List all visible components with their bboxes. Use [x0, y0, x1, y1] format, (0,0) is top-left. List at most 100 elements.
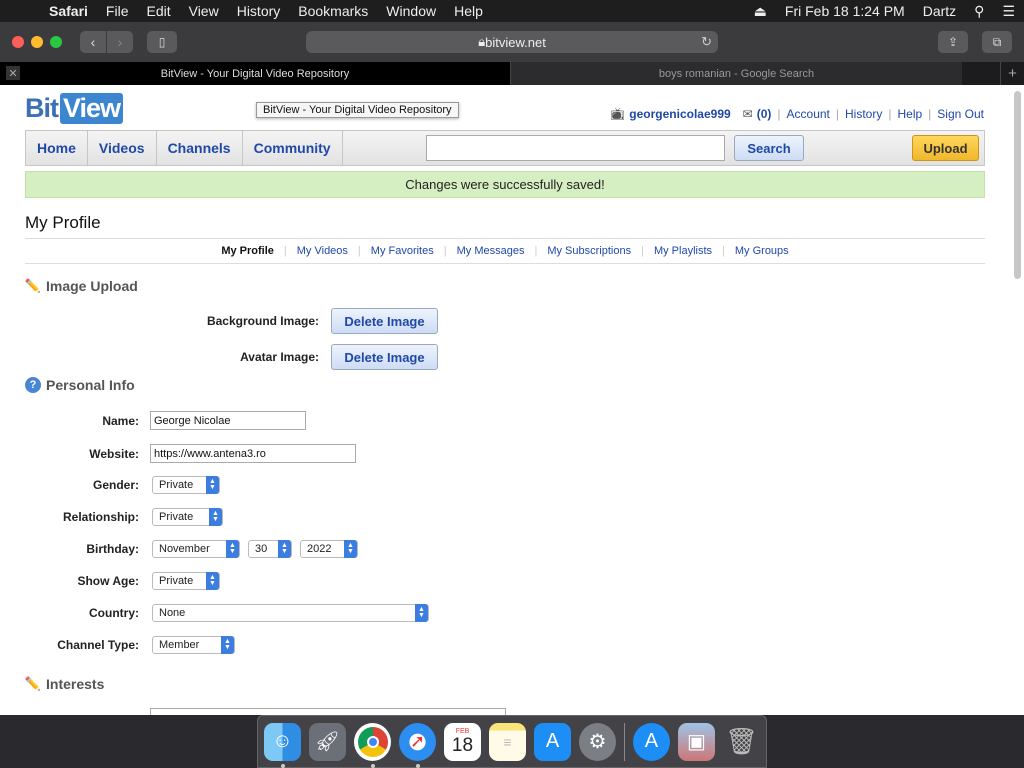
subnav-my-messages[interactable]: My Messages	[447, 245, 535, 257]
menu-file[interactable]: File	[97, 3, 138, 19]
avatar-image-row: Avatar Image: Delete Image	[0, 344, 438, 370]
personal-info-heading: ? Personal Info	[25, 377, 135, 393]
menubar-clock[interactable]: Fri Feb 18 1:24 PM	[776, 3, 914, 19]
name-input[interactable]	[150, 411, 306, 430]
relationship-select[interactable]: Private ▲ ▼	[152, 508, 223, 526]
share-button[interactable]: ⇪	[938, 31, 968, 53]
mail-count[interactable]: (0)	[757, 107, 772, 121]
menubar-user[interactable]: Dartz	[914, 3, 965, 19]
tab-google-search[interactable]: boys romanian - Google Search	[510, 62, 962, 85]
menu-edit[interactable]: Edit	[137, 3, 179, 19]
tab-bitview[interactable]: ✕ BitView - Your Digital Video Repositor…	[0, 62, 510, 85]
eject-icon[interactable]: ⏏	[745, 3, 776, 20]
delete-avatar-image-button[interactable]: Delete Image	[331, 344, 438, 370]
show-age-select[interactable]: Private ▲ ▼	[152, 572, 220, 590]
delete-background-image-button[interactable]: Delete Image	[331, 308, 438, 334]
account-link[interactable]: Account	[787, 107, 830, 121]
subnav-my-playlists[interactable]: My Playlists	[644, 245, 722, 257]
subnav-my-groups[interactable]: My Groups	[725, 245, 799, 257]
menu-help[interactable]: Help	[445, 3, 492, 19]
address-bar[interactable]: 🔒︎ bitview.net ↻	[306, 31, 718, 53]
image-upload-heading: ✏️ Image Upload	[25, 278, 138, 294]
sidebar-icon: ▯	[158, 35, 166, 49]
nav-home[interactable]: Home	[26, 131, 88, 165]
nav-videos[interactable]: Videos	[88, 131, 157, 165]
nav-community[interactable]: Community	[243, 131, 343, 165]
chevron-right-icon: ›	[117, 34, 123, 50]
close-tab-icon[interactable]: ✕	[6, 66, 20, 80]
safari-icon[interactable]: ➚	[399, 722, 436, 768]
page-scrollbar[interactable]	[1014, 91, 1021, 279]
calendar-icon[interactable]: FEB 18	[444, 722, 481, 761]
plus-icon: +	[1008, 65, 1017, 82]
channel-type-select[interactable]: Member ▲ ▼	[152, 636, 235, 654]
interests-textarea[interactable]	[150, 708, 506, 715]
help-link[interactable]: Help	[897, 107, 922, 121]
tab-bar: ✕ BitView - Your Digital Video Repositor…	[0, 62, 1024, 85]
channel-type-row: Channel Type: Member ▲ ▼	[0, 636, 235, 654]
bitview-logo[interactable]: Bit View	[25, 90, 124, 124]
launchpad-icon[interactable]: 🚀︎	[309, 722, 346, 761]
search-input[interactable]	[426, 135, 725, 161]
select-arrows-icon: ▲ ▼	[226, 540, 239, 558]
subnav-my-videos[interactable]: My Videos	[287, 245, 358, 257]
app-store-icon[interactable]: A	[534, 722, 571, 761]
chrome-icon[interactable]	[354, 722, 391, 768]
search-button[interactable]: Search	[734, 135, 804, 161]
notes-icon[interactable]: ≡	[489, 722, 526, 761]
birthday-day-select[interactable]: 30 ▲ ▼	[248, 540, 292, 558]
country-select[interactable]: None ▲ ▼	[152, 604, 429, 622]
chrome-center	[366, 735, 379, 748]
menu-view[interactable]: View	[180, 3, 228, 19]
back-button[interactable]: ‹	[80, 31, 106, 53]
system-preferences-icon[interactable]: ⚙	[579, 722, 616, 761]
birthday-month-select[interactable]: November ▲ ▼	[152, 540, 240, 558]
subnav-my-profile[interactable]: My Profile	[211, 245, 284, 257]
select-arrows-icon: ▲ ▼	[278, 540, 291, 558]
logo-view: View	[60, 93, 124, 124]
subnav-my-favorites[interactable]: My Favorites	[361, 245, 444, 257]
relationship-row: Relationship: Private ▲ ▼	[0, 508, 223, 526]
close-window-button[interactable]	[12, 36, 24, 48]
upload-button[interactable]: Upload	[912, 135, 979, 161]
website-input[interactable]	[150, 444, 356, 463]
birthday-label: Birthday:	[86, 542, 139, 556]
birthday-row: Birthday: November ▲ ▼ 30 ▲ ▼ 2022 ▲ ▼	[0, 540, 358, 558]
mail-icon[interactable]: ✉	[743, 107, 753, 121]
tab-title: boys romanian - Google Search	[658, 67, 815, 80]
gender-select[interactable]: Private ▲ ▼	[152, 476, 220, 494]
lock-icon: 🔒︎	[478, 34, 486, 49]
menu-app-name[interactable]: Safari	[40, 3, 97, 19]
macos-menubar: Safari File Edit View History Bookmarks …	[0, 0, 1024, 22]
website-label: Website:	[89, 446, 139, 461]
profile-subnav: My Profile | My Videos | My Favorites | My …	[25, 238, 985, 264]
minimize-window-button[interactable]	[31, 36, 43, 48]
main-nav: Home Videos Channels Community Search Up…	[25, 130, 985, 166]
sign-out-link[interactable]: Sign Out	[937, 107, 984, 121]
menu-window[interactable]: Window	[377, 3, 445, 19]
spotlight-search-icon[interactable]: ⚲	[965, 3, 993, 20]
sidebar-toggle-button[interactable]: ▯	[147, 31, 177, 53]
menu-history[interactable]: History	[228, 3, 290, 19]
background-image-label: Background Image:	[206, 314, 319, 328]
reload-icon[interactable]: ↻	[701, 34, 712, 50]
photos-icon[interactable]: ▣	[677, 722, 715, 761]
channel-type-select-value: Member	[159, 639, 200, 651]
trash-icon[interactable]: 🗑︎	[723, 723, 760, 761]
nav-channels[interactable]: Channels	[157, 131, 243, 165]
finder-icon[interactable]: ☺	[264, 722, 301, 768]
new-tab-button[interactable]: +	[1000, 62, 1024, 85]
channel-type-label: Channel Type:	[57, 638, 139, 652]
app-store-downloads-icon[interactable]: A	[632, 722, 670, 761]
tab-overview-button[interactable]: ⧉	[982, 31, 1012, 53]
birthday-year-select[interactable]: 2022 ▲ ▼	[300, 540, 358, 558]
fullscreen-window-button[interactable]	[50, 36, 62, 48]
menu-bookmarks[interactable]: Bookmarks	[289, 3, 377, 19]
username-link[interactable]: georgenicolae999	[629, 107, 730, 121]
forward-button[interactable]: ›	[107, 31, 133, 53]
subnav-my-subscriptions[interactable]: My Subscriptions	[537, 245, 641, 257]
birthday-day-value: 30	[255, 543, 268, 555]
show-age-select-value: Private	[159, 575, 194, 587]
notification-center-icon[interactable]: ☰	[993, 3, 1024, 20]
history-link[interactable]: History	[845, 107, 882, 121]
